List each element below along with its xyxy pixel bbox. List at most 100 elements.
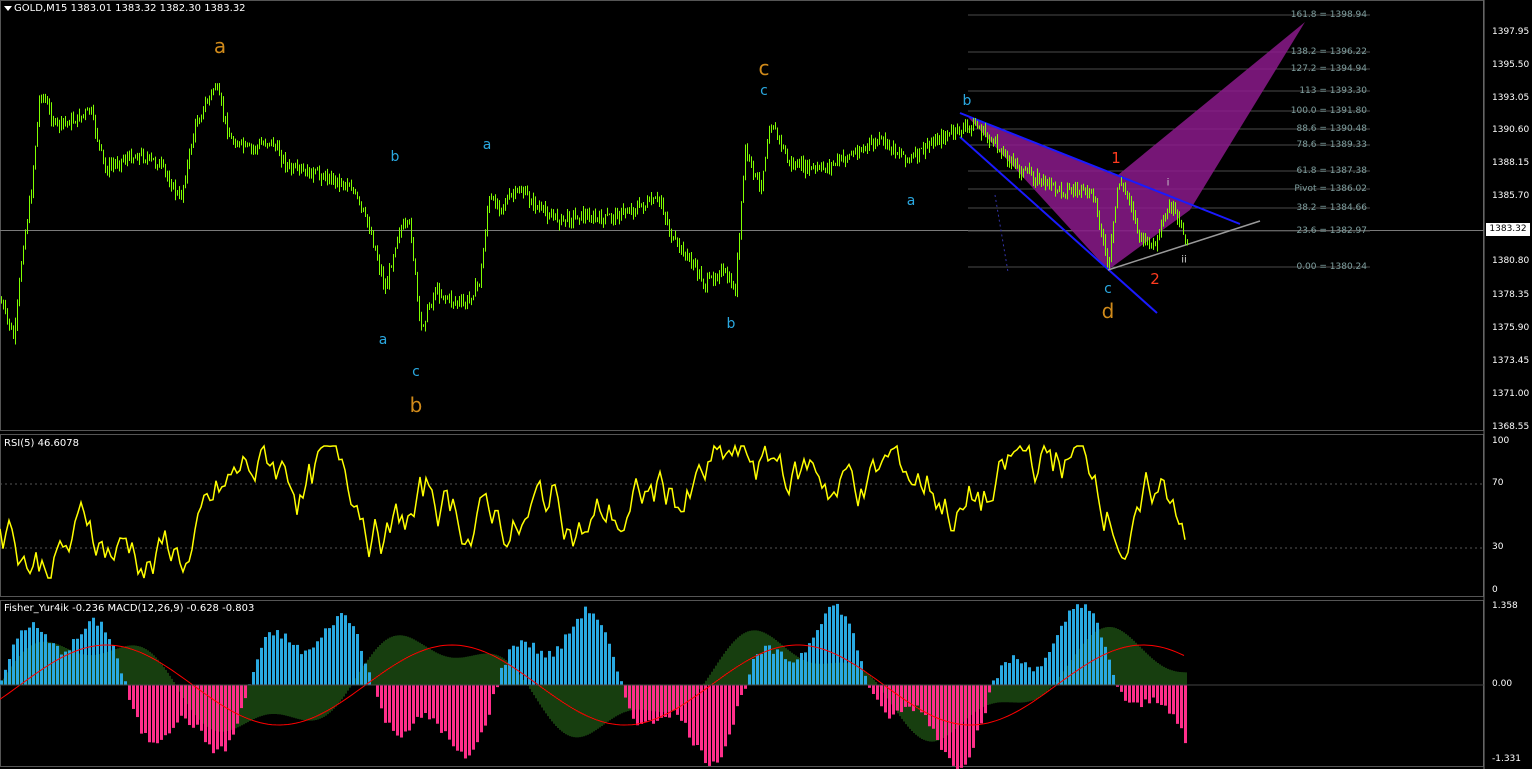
fisher-bar: [1168, 685, 1171, 714]
fisher-bar: [840, 614, 843, 685]
fisher-bar: [324, 628, 327, 685]
fisher-bar: [1160, 685, 1163, 705]
fisher-bar: [736, 685, 739, 707]
fisher-bar: [1080, 607, 1083, 685]
wave-label: 2: [1150, 270, 1160, 288]
fisher-bar: [896, 685, 899, 711]
fisher-bar: [828, 606, 831, 685]
fisher-bar: [1112, 674, 1115, 685]
fisher-bar: [620, 681, 623, 685]
fisher-bar: [76, 638, 79, 685]
fisher-bar: [672, 685, 675, 711]
fisher-bar: [280, 638, 283, 685]
fisher-bar: [1176, 685, 1179, 724]
fisher-bar: [408, 685, 411, 731]
fisher-bar: [176, 685, 179, 723]
fisher-bar: [220, 685, 223, 747]
wave-label: a: [213, 34, 227, 58]
fisher-bar: [1048, 652, 1051, 685]
fisher-bar: [20, 630, 23, 685]
fisher-bar: [364, 663, 367, 685]
fisher-bar: [1064, 621, 1067, 685]
fisher-bar: [556, 646, 559, 685]
fisher-bar: [784, 659, 787, 685]
fib-label: 127.2 = 1394.94: [1290, 64, 1367, 74]
fisher-bar: [792, 662, 795, 685]
price-tick: 1385.70: [1492, 191, 1530, 201]
fisher-bar: [596, 619, 599, 685]
fisher-bar: [84, 628, 87, 685]
fisher-bar: [548, 650, 551, 685]
fisher-bar: [1136, 685, 1139, 703]
fisher-bar: [460, 685, 463, 752]
fisher-bar: [912, 685, 915, 712]
fisher-bar: [716, 685, 719, 763]
fisher-bar: [256, 659, 259, 685]
symbol-menu-icon[interactable]: [4, 6, 12, 11]
fisher-bar: [704, 685, 707, 764]
fisher-bar: [40, 631, 43, 685]
fisher-bar: [988, 685, 991, 693]
fisher-bar: [1036, 666, 1039, 685]
rsi-tick: 70: [1492, 478, 1504, 488]
fisher-bar: [928, 685, 931, 727]
fisher-bar: [1092, 613, 1095, 685]
fisher-bar: [424, 685, 427, 714]
fisher-bar: [752, 659, 755, 685]
fisher-bar: [228, 685, 231, 741]
fisher-bar: [812, 637, 815, 685]
fisher-bar: [0, 680, 3, 685]
fisher-bar: [480, 685, 483, 733]
fisher-bar: [272, 635, 275, 685]
fisher-bar: [388, 685, 391, 723]
fisher-bar: [796, 659, 799, 685]
fisher-bar: [536, 653, 539, 685]
fisher-bar: [940, 685, 943, 750]
fisher-bar: [336, 616, 339, 685]
fisher-bar: [308, 649, 311, 685]
fisher-bar: [804, 652, 807, 685]
fisher-bar: [708, 685, 711, 766]
fisher-bar: [316, 641, 319, 685]
macd-header: Fisher_Yur4ik -0.236 MACD(12,26,9) -0.62…: [4, 603, 255, 614]
fisher-bar: [136, 685, 139, 718]
fisher-bar: [1024, 662, 1027, 685]
price-tick: 1375.90: [1492, 323, 1530, 333]
fisher-bar: [1000, 665, 1003, 685]
fib-label: 88.6 = 1390.48: [1296, 124, 1367, 134]
fisher-bar: [232, 685, 235, 735]
fisher-bar: [880, 685, 883, 707]
fisher-bar: [164, 685, 167, 736]
fisher-bar: [756, 654, 759, 685]
rsi-tick: 0: [1492, 585, 1498, 595]
fisher-bar: [972, 685, 975, 748]
fisher-bar: [788, 661, 791, 685]
fisher-bar: [188, 685, 191, 726]
fisher-bar: [1008, 663, 1011, 685]
fisher-bar: [1104, 646, 1107, 685]
fisher-bar: [420, 685, 423, 718]
fisher-bar: [860, 661, 863, 685]
fisher-bar: [444, 685, 447, 732]
fisher-bar: [544, 657, 547, 685]
fisher-bar: [692, 685, 695, 746]
fisher-bar: [52, 643, 55, 685]
fisher-bar: [400, 685, 403, 738]
fisher-bar: [28, 627, 31, 685]
fisher-bar: [276, 630, 279, 685]
fisher-bar: [884, 685, 887, 713]
fisher-bar: [356, 634, 359, 685]
current-price-label: 1383.32: [1486, 223, 1530, 236]
fib-label: 61.8 = 1387.38: [1296, 166, 1367, 176]
fib-label: 161.8 = 1398.94: [1290, 10, 1367, 20]
fisher-bar: [432, 685, 435, 719]
wave-label: b: [962, 93, 972, 109]
fisher-bar: [968, 685, 971, 758]
price-tick: 1378.35: [1492, 290, 1530, 300]
fisher-bar: [1132, 685, 1135, 703]
fisher-bar: [196, 685, 199, 725]
fisher-bar: [56, 645, 59, 685]
fisher-bar: [396, 685, 399, 736]
fisher-bar: [664, 685, 667, 717]
fisher-bar: [92, 617, 95, 685]
